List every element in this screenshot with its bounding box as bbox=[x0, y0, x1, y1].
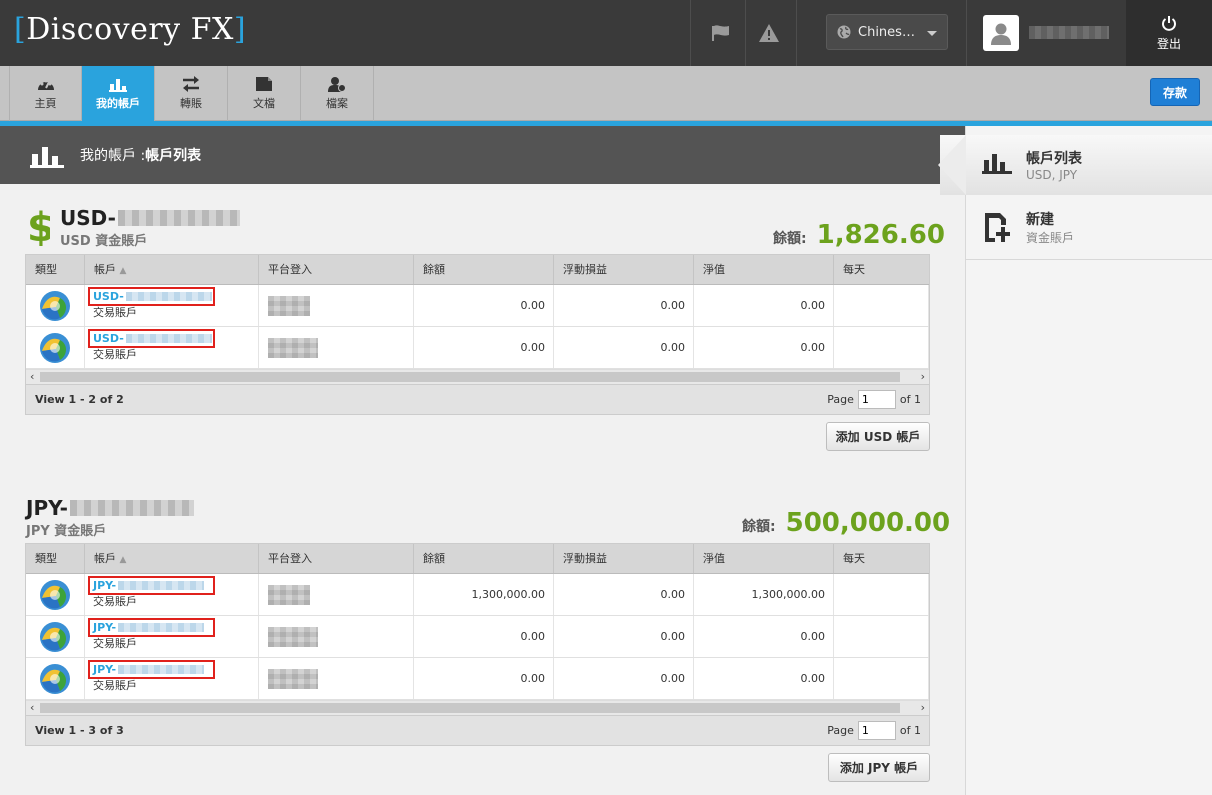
table-row: JPY- 交易賬戶 0.00 0.00 0.00 bbox=[26, 616, 929, 658]
chevron-left-icon[interactable]: ‹ bbox=[30, 370, 34, 384]
metatrader-icon bbox=[26, 658, 85, 699]
table-header: 類型 帳戶 ▲ 平台登入 餘額 浮動損益 淨值 每天 bbox=[26, 544, 929, 574]
profile-icon bbox=[328, 77, 346, 92]
horizontal-scrollbar[interactable]: ‹ › bbox=[26, 700, 929, 715]
pager: View 1 - 3 of 3 Pageof 1 bbox=[26, 715, 929, 745]
horizontal-scrollbar[interactable]: ‹ › bbox=[26, 369, 929, 384]
breadcrumb: 我的帳戶 : bbox=[80, 148, 146, 164]
metatrader-icon bbox=[26, 285, 85, 326]
bar-chart-icon bbox=[109, 79, 127, 92]
usd-balance: 餘額: 1,826.60 bbox=[773, 220, 945, 250]
account-code: JPY- bbox=[26, 496, 68, 520]
flag-icon[interactable] bbox=[708, 20, 734, 46]
sort-asc-icon: ▲ bbox=[119, 266, 127, 276]
username-redacted bbox=[1029, 26, 1109, 39]
highlight-box bbox=[88, 576, 215, 595]
highlight-box bbox=[88, 287, 215, 306]
jpy-account-header: JPY- JPY 資金賬戶 bbox=[26, 496, 194, 539]
globe-icon bbox=[837, 25, 851, 39]
language-select[interactable]: Chines… bbox=[826, 14, 948, 50]
user-icon bbox=[991, 23, 1011, 45]
chevron-left-icon[interactable]: ‹ bbox=[30, 701, 34, 715]
divider bbox=[745, 0, 746, 66]
sidebar-item-new[interactable]: 新建 資金賬戶 bbox=[982, 209, 1074, 246]
divider bbox=[796, 0, 797, 66]
scrollbar-thumb[interactable] bbox=[40, 703, 900, 713]
chevron-down-icon bbox=[927, 31, 937, 36]
table-row: JPY- 交易賬戶 1,300,000.00 0.00 1,300,000.00 bbox=[26, 574, 929, 616]
highlight-box bbox=[88, 618, 215, 637]
jpy-accounts-table: 類型 帳戶 ▲ 平台登入 餘額 浮動損益 淨值 每天 JPY- 交易賬戶 1,3… bbox=[25, 543, 930, 746]
new-document-icon bbox=[985, 213, 1010, 242]
account-code: USD- bbox=[60, 206, 116, 230]
highlight-box bbox=[88, 329, 215, 348]
table-row: JPY- 交易賬戶 0.00 0.00 0.00 bbox=[26, 658, 929, 700]
metatrader-icon bbox=[26, 574, 85, 615]
platform-login-redacted bbox=[259, 658, 414, 699]
metatrader-icon bbox=[26, 327, 85, 368]
chevron-right-icon[interactable]: › bbox=[921, 370, 925, 384]
account-subtitle: JPY 資金賬戶 bbox=[26, 524, 107, 539]
page-title: 帳戶列表 bbox=[145, 148, 202, 164]
page-input[interactable] bbox=[857, 390, 896, 409]
tab-documents[interactable]: 文檔 bbox=[228, 66, 301, 121]
power-icon bbox=[1162, 15, 1176, 31]
usd-accounts-table: 類型 帳戶 ▲ 平台登入 餘額 浮動損益 淨值 每天 USD- 交易賬戶 0.0… bbox=[25, 254, 930, 415]
nav-bar: 主頁 我的帳戶 轉賬 文檔 檔案 bbox=[0, 66, 1212, 127]
tab-profile[interactable]: 檔案 bbox=[301, 66, 374, 121]
dollar-icon: $ bbox=[27, 206, 50, 246]
svg-text:$: $ bbox=[27, 206, 50, 246]
sidebar-active-arrow bbox=[938, 135, 966, 195]
deposit-button[interactable]: 存款 bbox=[1150, 78, 1200, 106]
logo[interactable]: [Discovery FX] bbox=[14, 12, 246, 47]
chevron-right-icon[interactable]: › bbox=[921, 701, 925, 715]
page-input[interactable] bbox=[857, 721, 896, 740]
divider bbox=[690, 0, 691, 66]
add-jpy-account-button[interactable]: 添加 JPY 帳戶 bbox=[828, 753, 930, 782]
tab-home[interactable]: 主頁 bbox=[9, 66, 82, 121]
warning-icon[interactable] bbox=[756, 20, 782, 46]
bar-chart-icon bbox=[982, 154, 1012, 174]
scrollbar-thumb[interactable] bbox=[40, 372, 900, 382]
sort-asc-icon: ▲ bbox=[119, 555, 127, 565]
document-icon bbox=[256, 77, 272, 91]
platform-login-redacted bbox=[259, 285, 414, 326]
bar-chart-icon bbox=[30, 147, 64, 168]
avatar[interactable] bbox=[983, 15, 1019, 51]
page-title-bar: 我的帳戶 : 帳戶列表 bbox=[0, 126, 965, 184]
add-usd-account-button[interactable]: 添加 USD 帳戶 bbox=[826, 422, 930, 451]
platform-login-redacted bbox=[259, 616, 414, 657]
divider bbox=[965, 259, 1212, 260]
metatrader-icon bbox=[26, 616, 85, 657]
platform-login-redacted bbox=[259, 327, 414, 368]
sidebar-item-account-list[interactable]: 帳戶列表 USD, JPY bbox=[982, 148, 1082, 182]
logout-button[interactable]: 登出 bbox=[1126, 0, 1212, 66]
redacted-text bbox=[117, 210, 240, 226]
usd-account-header: $ USD- USD 資金賬戶 bbox=[26, 206, 240, 249]
tab-my-accounts[interactable]: 我的帳戶 bbox=[82, 66, 155, 127]
top-bar: [Discovery FX] Chines… 登出 bbox=[0, 0, 1212, 66]
table-row: USD- 交易賬戶 0.00 0.00 0.00 bbox=[26, 285, 929, 327]
dashboard-icon bbox=[37, 79, 54, 90]
jpy-balance: 餘額: 500,000.00 bbox=[742, 508, 951, 538]
pager: View 1 - 2 of 2 Pageof 1 bbox=[26, 384, 929, 414]
highlight-box bbox=[88, 660, 215, 679]
redacted-text bbox=[69, 500, 194, 516]
transfer-arrows-icon bbox=[183, 76, 199, 92]
divider bbox=[966, 0, 967, 66]
table-header: 類型 帳戶 ▲ 平台登入 餘額 浮動損益 淨值 每天 bbox=[26, 255, 929, 285]
account-subtitle: USD 資金賬戶 bbox=[60, 234, 148, 249]
tab-transfer[interactable]: 轉賬 bbox=[155, 66, 228, 121]
platform-login-redacted bbox=[259, 574, 414, 615]
table-row: USD- 交易賬戶 0.00 0.00 0.00 bbox=[26, 327, 929, 369]
